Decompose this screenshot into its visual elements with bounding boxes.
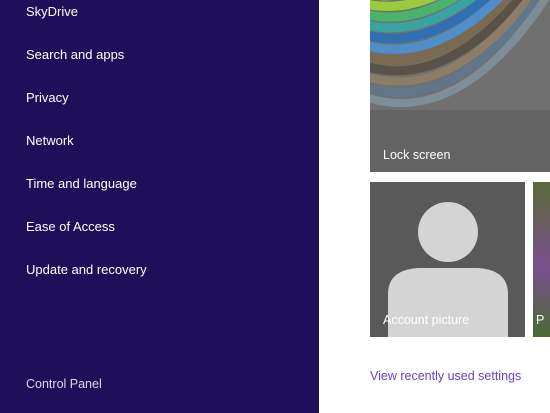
lock-screen-label: Lock screen (383, 148, 451, 162)
account-picture-tile[interactable]: Account picture (370, 182, 525, 337)
control-panel-link[interactable]: Control Panel (26, 376, 102, 392)
settings-sidebar: SkyDrive Search and apps Privacy Network… (0, 0, 319, 413)
sidebar-item-search-and-apps[interactable]: Search and apps (26, 47, 124, 63)
lock-screen-image (370, 0, 550, 172)
lock-screen-tile[interactable]: Lock screen (370, 0, 550, 172)
sidebar-item-network[interactable]: Network (26, 133, 74, 149)
photos-tile-label: P (536, 313, 545, 327)
pc-settings-window: SkyDrive Search and apps Privacy Network… (0, 0, 550, 413)
account-picture-label: Account picture (383, 313, 470, 327)
settings-main-content: Lock screen Account picture P View recen… (319, 0, 550, 413)
sidebar-item-ease-of-access[interactable]: Ease of Access (26, 219, 115, 235)
sidebar-item-privacy[interactable]: Privacy (26, 90, 69, 106)
sidebar-item-time-and-language[interactable]: Time and language (26, 176, 137, 192)
photos-tile[interactable]: P (533, 182, 550, 337)
view-recently-used-settings-link[interactable]: View recently used settings (370, 369, 521, 383)
sidebar-item-skydrive[interactable]: SkyDrive (26, 4, 78, 20)
sidebar-item-update-and-recovery[interactable]: Update and recovery (26, 262, 147, 278)
